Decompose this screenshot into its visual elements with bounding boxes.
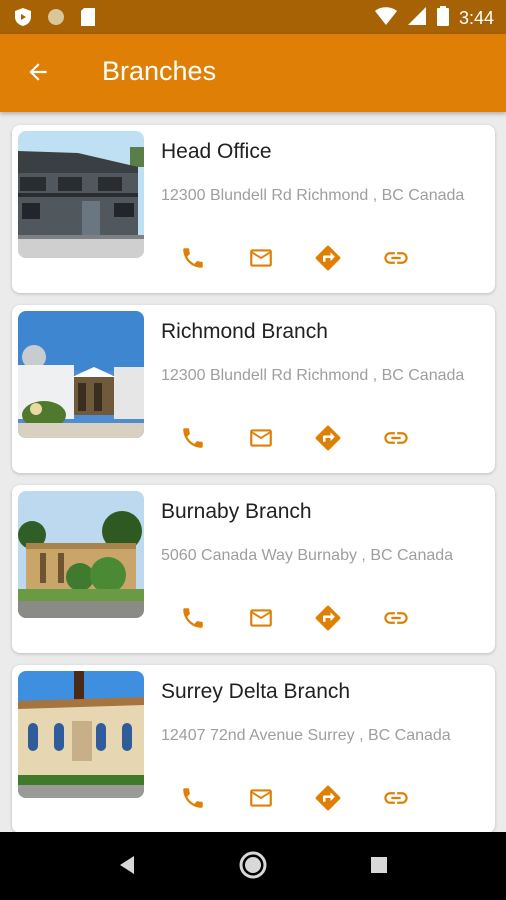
branch-name: Surrey Delta Branch <box>161 680 351 703</box>
wifi-icon <box>374 6 397 31</box>
branch-name: Head Office <box>161 140 272 163</box>
directions-button[interactable] <box>311 783 345 817</box>
website-button[interactable] <box>379 243 413 277</box>
status-time: 3:44 <box>458 8 494 28</box>
phone-icon <box>180 785 206 816</box>
website-button[interactable] <box>379 783 413 817</box>
call-button[interactable] <box>176 603 210 637</box>
branch-card[interactable]: Surrey Delta Branch 12407 72nd Avenue Su… <box>12 665 495 832</box>
link-icon <box>382 604 410 637</box>
link-icon <box>382 424 410 457</box>
back-button[interactable] <box>22 58 54 90</box>
phone-icon <box>180 605 206 636</box>
call-button[interactable] <box>176 423 210 457</box>
link-icon <box>382 784 410 817</box>
app-bar: Branches <box>0 34 506 112</box>
nav-back-button[interactable] <box>112 852 142 882</box>
branch-name: Burnaby Branch <box>161 500 312 523</box>
status-bar: 3:44 <box>0 0 506 34</box>
directions-button[interactable] <box>311 243 345 277</box>
nav-home-button[interactable] <box>238 851 268 884</box>
directions-icon <box>313 423 343 458</box>
back-triangle-icon <box>118 855 136 880</box>
arrow-back-icon <box>25 59 51 90</box>
directions-icon <box>313 603 343 638</box>
branch-address: 5060 Canada Way Burnaby , BC Canada <box>161 547 454 564</box>
link-icon <box>382 244 410 277</box>
nav-recents-button[interactable] <box>364 852 394 882</box>
branch-address: 12407 72nd Avenue Surrey , BC Canada <box>161 727 451 744</box>
phone-icon <box>180 245 206 276</box>
recents-square-icon <box>370 856 388 879</box>
branch-actions <box>176 603 426 637</box>
call-button[interactable] <box>176 243 210 277</box>
branch-actions <box>176 243 426 277</box>
branch-address: 12300 Blundell Rd Richmond , BC Canada <box>161 367 465 384</box>
navigation-bar <box>0 832 506 900</box>
branch-name: Richmond Branch <box>161 320 328 343</box>
email-button[interactable] <box>244 603 278 637</box>
mail-icon <box>247 785 275 816</box>
branch-card[interactable]: Richmond Branch 12300 Blundell Rd Richmo… <box>12 305 495 473</box>
branch-photo <box>18 491 144 618</box>
directions-button[interactable] <box>311 603 345 637</box>
directions-button[interactable] <box>311 423 345 457</box>
email-button[interactable] <box>244 423 278 457</box>
directions-icon <box>313 243 343 278</box>
website-button[interactable] <box>379 423 413 457</box>
page-title: Branches <box>102 56 217 86</box>
branch-photo <box>18 311 144 438</box>
directions-icon <box>313 783 343 818</box>
branch-address: 12300 Blundell Rd Richmond , BC Canada <box>161 187 465 204</box>
mail-icon <box>247 245 275 276</box>
shield-icon <box>14 7 32 32</box>
battery-icon <box>436 6 449 31</box>
website-button[interactable] <box>379 603 413 637</box>
email-button[interactable] <box>244 783 278 817</box>
branch-card[interactable]: Burnaby Branch 5060 Canada Way Burnaby ,… <box>12 485 495 653</box>
branch-photo <box>18 131 144 258</box>
sd-card-icon <box>80 7 96 32</box>
branch-photo <box>18 671 144 798</box>
branch-actions <box>176 783 426 817</box>
phone-icon <box>180 425 206 456</box>
email-button[interactable] <box>244 243 278 277</box>
signal-icon <box>407 6 427 31</box>
circle-icon <box>46 7 66 32</box>
call-button[interactable] <box>176 783 210 817</box>
branch-card[interactable]: Head Office 12300 Blundell Rd Richmond ,… <box>12 125 495 293</box>
branch-actions <box>176 423 426 457</box>
home-circle-icon <box>239 851 267 884</box>
mail-icon <box>247 425 275 456</box>
mail-icon <box>247 605 275 636</box>
branch-list[interactable]: Head Office 12300 Blundell Rd Richmond ,… <box>0 112 506 832</box>
